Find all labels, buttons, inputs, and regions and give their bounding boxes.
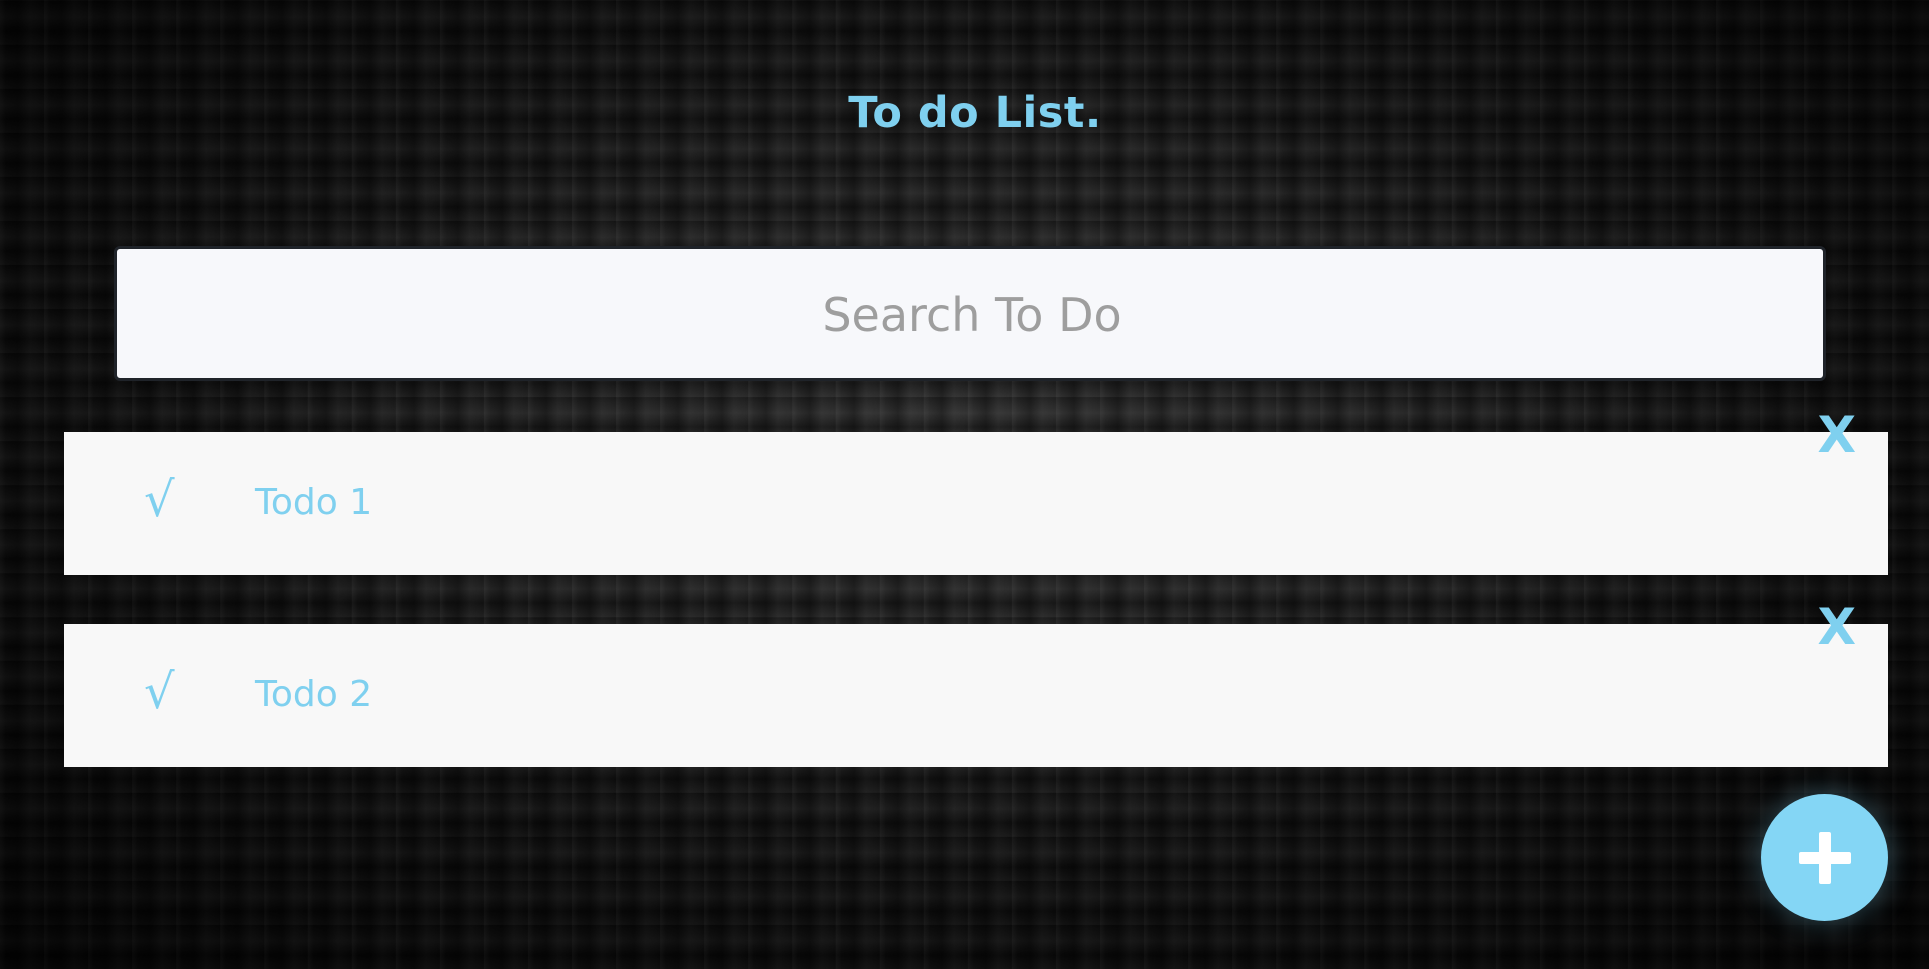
complete-check-button[interactable]: √	[144, 472, 175, 528]
todo-text: Todo 1	[255, 482, 373, 523]
complete-check-button[interactable]: √	[144, 664, 175, 720]
search-input[interactable]	[117, 249, 1827, 380]
todo-list: √ Todo 1 X √ Todo 2 X	[64, 406, 1888, 816]
page-title: To do List.	[848, 88, 1102, 138]
delete-button[interactable]: X	[1817, 406, 1856, 464]
plus-icon	[1798, 831, 1851, 884]
todo-item: √ Todo 2 X	[64, 598, 1888, 767]
todo-item: √ Todo 1 X	[64, 406, 1888, 575]
delete-button[interactable]: X	[1817, 598, 1856, 656]
search-box[interactable]	[114, 246, 1827, 381]
add-todo-button[interactable]	[1761, 794, 1888, 921]
todo-text: Todo 2	[255, 674, 373, 715]
